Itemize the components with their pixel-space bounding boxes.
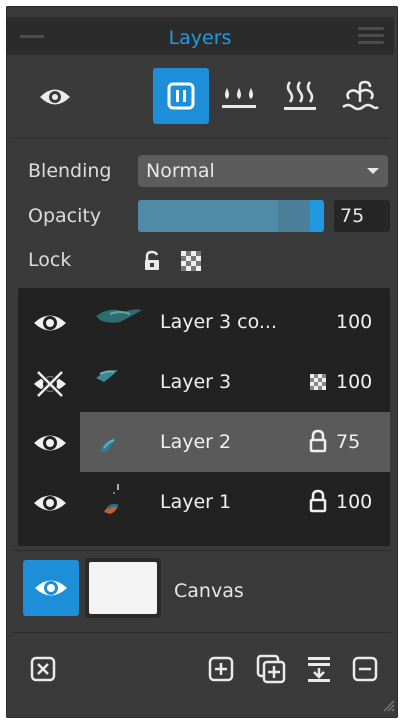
canvas-label: Canvas	[174, 580, 244, 602]
merge-down-icon[interactable]	[306, 655, 332, 683]
chevron-down-icon	[367, 168, 379, 174]
layer-opacity: 100	[336, 371, 373, 393]
opacity-input[interactable]: 75	[334, 200, 390, 232]
add-layer-icon[interactable]	[208, 656, 234, 682]
canvas-visibility-button[interactable]	[23, 560, 79, 616]
layer-name: Layer 3 co...	[160, 311, 277, 333]
remove-layer-icon[interactable]	[352, 656, 378, 682]
opacity-label: Opacity	[28, 205, 102, 227]
layer-opacity: 75	[336, 431, 361, 453]
opacity-slider-handle[interactable]	[310, 200, 324, 232]
separator	[13, 550, 391, 551]
resize-grip-icon[interactable]	[383, 700, 395, 712]
eye-icon	[35, 580, 67, 596]
layer-opacity: 100	[336, 491, 373, 513]
steam-icon[interactable]	[282, 80, 318, 112]
pause-button[interactable]	[153, 68, 209, 124]
layer-thumbnail	[96, 370, 118, 382]
layer-row[interactable]: Layer 1 100	[18, 472, 390, 532]
lock-icon	[309, 489, 327, 513]
unlock-icon[interactable]	[142, 250, 162, 272]
checker-icon	[310, 374, 326, 390]
eye-icon[interactable]	[32, 310, 68, 336]
panel-titlebar[interactable]: Layers	[6, 17, 394, 55]
blending-label: Blending	[28, 160, 112, 182]
separator	[13, 138, 391, 139]
eye-icon[interactable]	[32, 490, 68, 516]
visibility-toggle-icon[interactable]	[38, 82, 72, 112]
water-drops-icon[interactable]	[220, 84, 258, 112]
eye-icon[interactable]	[32, 430, 68, 456]
layer-thumbnail	[100, 438, 116, 452]
layer-name: Layer 1	[160, 491, 232, 513]
layers-list: Layer 3 co... 100 Layer 3 100 Layer 2 75…	[18, 288, 390, 546]
duplicate-layer-icon[interactable]	[256, 654, 286, 684]
opacity-value: 75	[340, 205, 365, 227]
eye-hidden-icon[interactable]	[32, 370, 68, 398]
layer-thumbnail	[104, 484, 119, 514]
close-layer-icon[interactable]	[30, 656, 56, 682]
fountain-icon[interactable]	[340, 80, 380, 114]
layer-name: Layer 3	[160, 371, 232, 393]
opacity-slider[interactable]	[138, 200, 324, 232]
blending-dropdown[interactable]: Normal	[138, 155, 388, 187]
layer-name: Layer 2	[160, 431, 232, 453]
opacity-fill	[138, 200, 278, 232]
layer-row[interactable]: Layer 3 co... 100	[18, 292, 390, 352]
menu-icon[interactable]	[358, 27, 384, 45]
panel-title: Layers	[168, 27, 232, 49]
lock-icon	[309, 429, 327, 453]
canvas-paper-texture	[89, 562, 157, 614]
canvas-thumbnail[interactable]	[85, 558, 161, 618]
layer-row[interactable]: Layer 3 100	[18, 352, 390, 412]
blending-value: Normal	[146, 160, 215, 182]
layer-opacity: 100	[336, 311, 373, 333]
pause-icon	[167, 82, 195, 110]
lock-transparency-icon[interactable]	[180, 250, 202, 272]
separator	[13, 632, 391, 633]
layer-thumbnail	[96, 309, 142, 323]
lock-label: Lock	[28, 249, 72, 271]
layer-row-selected[interactable]: Layer 2 75	[18, 412, 390, 472]
